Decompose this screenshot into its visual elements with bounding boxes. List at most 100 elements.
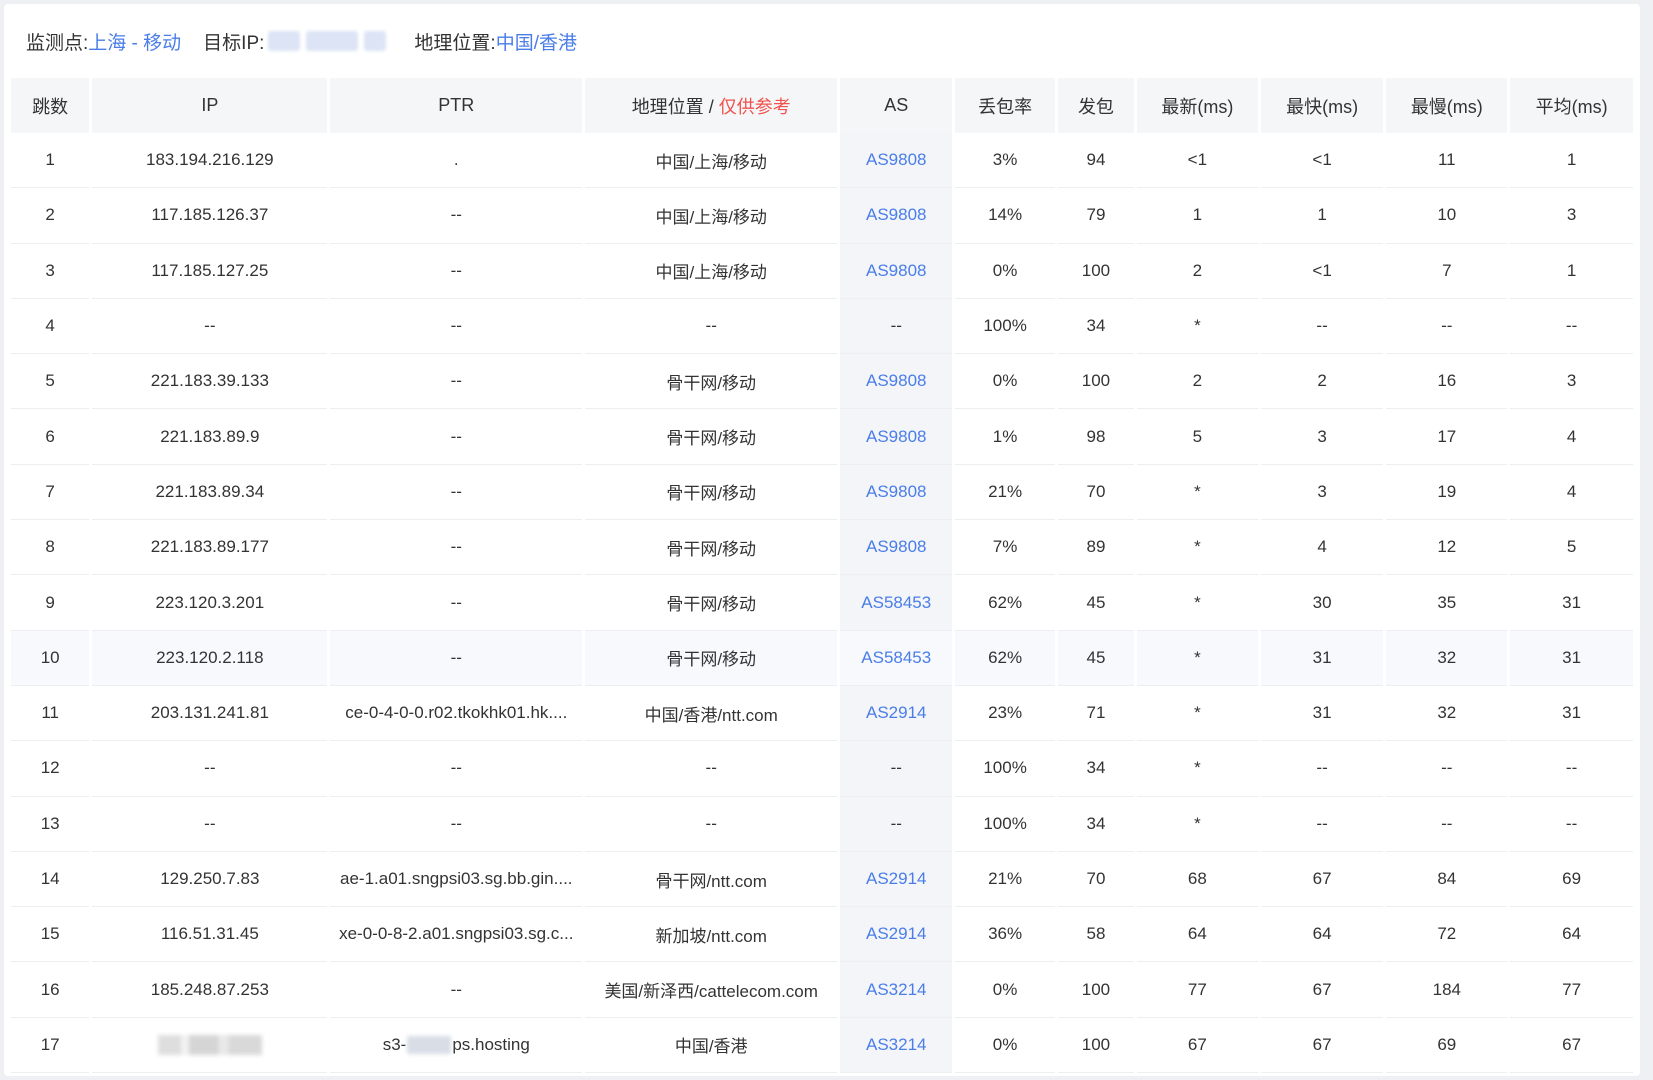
cell-avg: -- [1510, 741, 1633, 797]
cell-ptr: -- [330, 465, 583, 521]
cell-sent: 100 [1057, 354, 1135, 410]
cell-best: 1 [1260, 188, 1384, 244]
cell-ip: 183.194.216.129 [92, 133, 328, 189]
cell-loss: 0% [955, 962, 1055, 1018]
col-worst: 最慢(ms) [1386, 78, 1508, 133]
cell-sent: 34 [1057, 741, 1135, 797]
cell-ip: 117.185.126.37 [92, 188, 328, 244]
cell-avg: -- [1510, 797, 1633, 852]
as-link[interactable]: AS9808 [866, 150, 927, 169]
cell-ptr: -- [330, 575, 583, 631]
cell-hop: 15 [11, 907, 90, 963]
cell-sent: 58 [1057, 907, 1135, 963]
cell-last: 2 [1137, 244, 1258, 299]
table-row: 4 -- -- -- -- 100% 34 * -- -- -- [11, 298, 1633, 355]
cell-geo: 中国/香港 [585, 1018, 838, 1074]
cell-ptr: ae-1.a01.sngpsi03.sg.bb.gin.... [330, 852, 583, 908]
table-header-row: 跳数 IP PTR 地理位置 / 仅供参考 AS 丢包率 发包 最新(ms) 最… [11, 78, 1633, 133]
cell-avg: -- [1510, 299, 1633, 355]
cell-avg: 69 [1510, 852, 1633, 908]
as-link[interactable]: AS3214 [866, 980, 927, 999]
cell-as: AS2914 [840, 907, 953, 963]
cell-best: 67 [1260, 1018, 1384, 1074]
cell-last: 77 [1137, 962, 1258, 1018]
col-geo: 地理位置 / 仅供参考 [585, 78, 838, 133]
cell-ptr: ce-0-4-0-0.r02.tkokhk01.hk.... [330, 686, 583, 742]
as-link[interactable]: AS2914 [866, 924, 927, 943]
col-loss: 丢包率 [955, 78, 1055, 133]
cell-best: 4 [1260, 520, 1384, 576]
traceroute-table: 跳数 IP PTR 地理位置 / 仅供参考 AS 丢包率 发包 最新(ms) 最… [8, 78, 1636, 1074]
target-ip-redacted [268, 31, 301, 51]
cell-geo: 骨干网/移动 [585, 354, 838, 410]
redacted-ip [157, 1035, 262, 1056]
as-link[interactable]: AS9808 [866, 537, 927, 556]
cell-loss: 7% [955, 520, 1055, 576]
cell-avg: 31 [1510, 575, 1633, 631]
cell-last: * [1137, 797, 1258, 852]
cell-worst: 11 [1386, 133, 1508, 189]
cell-avg: 31 [1510, 686, 1633, 742]
as-empty: -- [890, 316, 902, 336]
as-link[interactable]: AS58453 [861, 593, 931, 612]
table-row: 8 221.183.89.177 -- 骨干网/移动 AS9808 7% 89 * 4 12 5 [11, 520, 1633, 576]
as-link[interactable]: AS2914 [866, 703, 927, 722]
cell-loss: 3% [955, 133, 1055, 189]
cell-best: -- [1260, 797, 1384, 852]
cell-avg: 1 [1510, 244, 1633, 299]
as-link[interactable]: AS3214 [866, 1035, 927, 1054]
cell-ptr: -- [330, 520, 583, 576]
cell-best: 3 [1260, 465, 1384, 521]
cell-worst: 35 [1386, 575, 1508, 631]
col-geo-label: 地理位置 [631, 96, 704, 117]
cell-sent: 98 [1057, 409, 1135, 465]
col-ptr: PTR [330, 78, 583, 133]
cell-geo: 新加坡/ntt.com [585, 907, 838, 963]
trace-card: 监测点: 上海 - 移动 目标IP: 地理位置: 中国/香港 跳数 IP PTR… [4, 4, 1640, 1076]
col-geo-sep: / [703, 96, 719, 117]
as-link[interactable]: AS9808 [866, 371, 927, 390]
col-hop: 跳数 [11, 78, 90, 133]
cell-ip: 223.120.2.118 [92, 630, 328, 686]
cell-geo: 骨干网/移动 [585, 520, 838, 576]
as-link[interactable]: AS9808 [866, 205, 927, 224]
cell-as: -- [840, 796, 953, 852]
cell-geo: 骨干网/移动 [585, 630, 838, 686]
target-ip-redacted [364, 31, 387, 51]
cell-sent: 34 [1057, 299, 1135, 355]
cell-worst: -- [1386, 797, 1508, 852]
cell-last: 1 [1137, 188, 1258, 244]
cell-ip: -- [92, 741, 328, 797]
as-link[interactable]: AS2914 [866, 869, 927, 888]
cell-hop: 5 [11, 354, 90, 410]
cell-avg: 3 [1510, 188, 1633, 244]
cell-best: -- [1260, 741, 1384, 797]
table-row: 5 221.183.39.133 -- 骨干网/移动 AS9808 0% 100 2 2 16 3 [11, 354, 1633, 410]
cell-hop: 10 [11, 630, 90, 686]
cell-avg: 1 [1510, 133, 1633, 189]
cell-ip: 221.183.89.177 [92, 520, 328, 576]
cell-ptr: -- [330, 797, 583, 852]
cell-loss: 1% [955, 409, 1055, 465]
monitor-value[interactable]: 上海 - 移动 [88, 28, 181, 55]
cell-hop: 7 [11, 465, 90, 521]
cell-hop: 1 [11, 133, 90, 189]
cell-ptr: xe-0-0-8-2.a01.sngpsi03.sg.c... [330, 907, 583, 963]
cell-last: 64 [1137, 907, 1258, 963]
cell-worst: -- [1386, 299, 1508, 355]
as-link[interactable]: AS9808 [866, 427, 927, 446]
cell-last: * [1137, 575, 1258, 631]
cell-sent: 45 [1057, 575, 1135, 631]
location-value: 中国/香港 [495, 32, 577, 54]
as-link[interactable]: AS9808 [866, 261, 927, 280]
cell-best: <1 [1260, 244, 1384, 299]
cell-ptr: -- [330, 741, 583, 797]
cell-best: 64 [1260, 907, 1384, 963]
cell-best: 31 [1260, 630, 1384, 686]
cell-ptr: -- [330, 244, 583, 299]
as-link[interactable]: AS9808 [866, 482, 927, 501]
cell-geo: 美国/新泽西/cattelecom.com [585, 962, 838, 1018]
as-link[interactable]: AS58453 [861, 648, 931, 667]
cell-sent: 79 [1057, 188, 1135, 244]
cell-loss: 62% [955, 575, 1055, 631]
